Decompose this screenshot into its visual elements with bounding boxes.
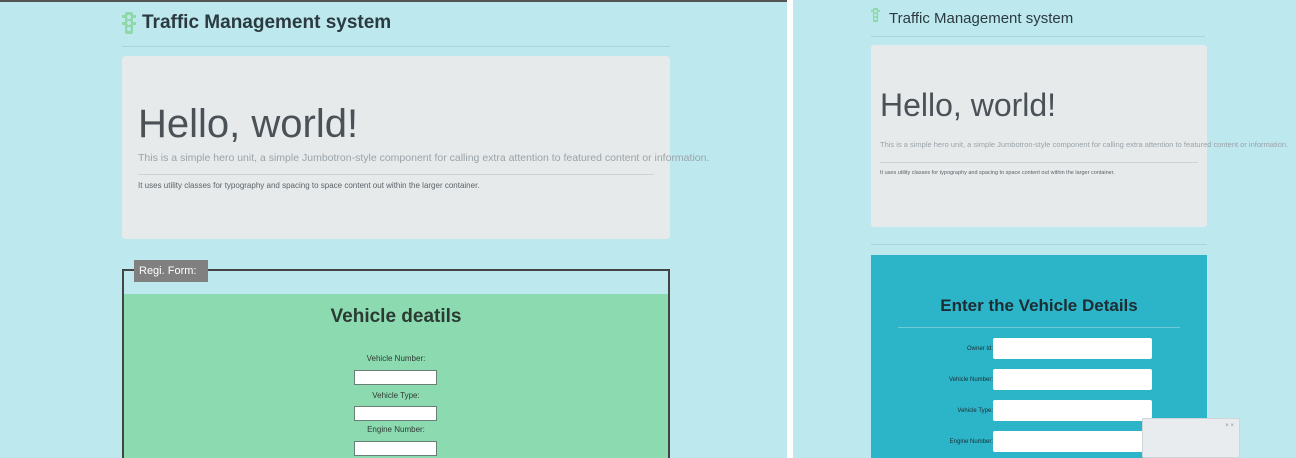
jumbotron-heading: Hello, world! bbox=[880, 87, 1057, 123]
jumbotron: Hello, world! This is a simple hero unit… bbox=[871, 45, 1288, 227]
vehicle-type-input[interactable] bbox=[354, 406, 437, 421]
engine-number-label: Engine Number: bbox=[949, 439, 993, 445]
registration-legend: Regi. Form: bbox=[134, 260, 208, 282]
engine-number-label: Engine Number: bbox=[367, 425, 425, 434]
vehicle-type-label: Vehicle Type: bbox=[957, 408, 993, 414]
jumbotron-lead: This is a simple hero unit, a simple Jum… bbox=[138, 152, 710, 164]
jumbotron-divider bbox=[138, 174, 654, 175]
traffic-light-icon bbox=[871, 7, 885, 29]
form-title: Vehicle deatils bbox=[330, 306, 462, 327]
left-screenshot: Traffic Management system Hello, world! … bbox=[0, 0, 787, 458]
notification-toast[interactable]: × × bbox=[1142, 418, 1240, 458]
vehicle-number-label: Vehicle Number: bbox=[366, 354, 426, 363]
vehicle-details-form: Vehicle deatils Vehicle Number: Vehicle … bbox=[124, 294, 668, 458]
traffic-light-icon bbox=[122, 12, 136, 34]
vehicle-type-label: Vehicle Type: bbox=[372, 391, 420, 400]
owner-id-input[interactable] bbox=[993, 338, 1152, 359]
section-divider bbox=[871, 244, 1207, 245]
jumbotron-lead: This is a simple hero unit, a simple Jum… bbox=[880, 140, 1289, 149]
form-title: Enter the Vehicle Details bbox=[940, 296, 1138, 315]
form-title-divider bbox=[898, 327, 1180, 328]
close-icon[interactable]: × × bbox=[1225, 423, 1234, 429]
vehicle-number-label: Vehicle Number: bbox=[948, 377, 993, 383]
site-title: Traffic Management system bbox=[889, 9, 1074, 27]
jumbotron-body: It uses utility classes for typography a… bbox=[880, 170, 1115, 176]
right-screenshot: Traffic Management system Hello, world! … bbox=[793, 0, 1296, 458]
jumbotron: Hello, world! This is a simple hero unit… bbox=[122, 56, 709, 239]
site-header: Traffic Management system bbox=[871, 7, 1073, 29]
engine-number-input[interactable] bbox=[354, 441, 437, 456]
header-divider bbox=[871, 36, 1205, 37]
jumbotron-divider bbox=[880, 162, 1198, 163]
jumbotron-body: It uses utility classes for typography a… bbox=[138, 181, 480, 190]
vehicle-number-input[interactable] bbox=[993, 369, 1152, 390]
site-header: Traffic Management system bbox=[122, 12, 391, 34]
engine-number-input[interactable] bbox=[993, 431, 1152, 452]
header-divider bbox=[122, 46, 670, 47]
vehicle-number-input[interactable] bbox=[354, 370, 437, 385]
owner-id-label: Owner Id: bbox=[966, 346, 993, 352]
vehicle-type-input[interactable] bbox=[993, 400, 1152, 421]
jumbotron-heading: Hello, world! bbox=[138, 102, 359, 146]
site-title: Traffic Management system bbox=[142, 12, 392, 33]
